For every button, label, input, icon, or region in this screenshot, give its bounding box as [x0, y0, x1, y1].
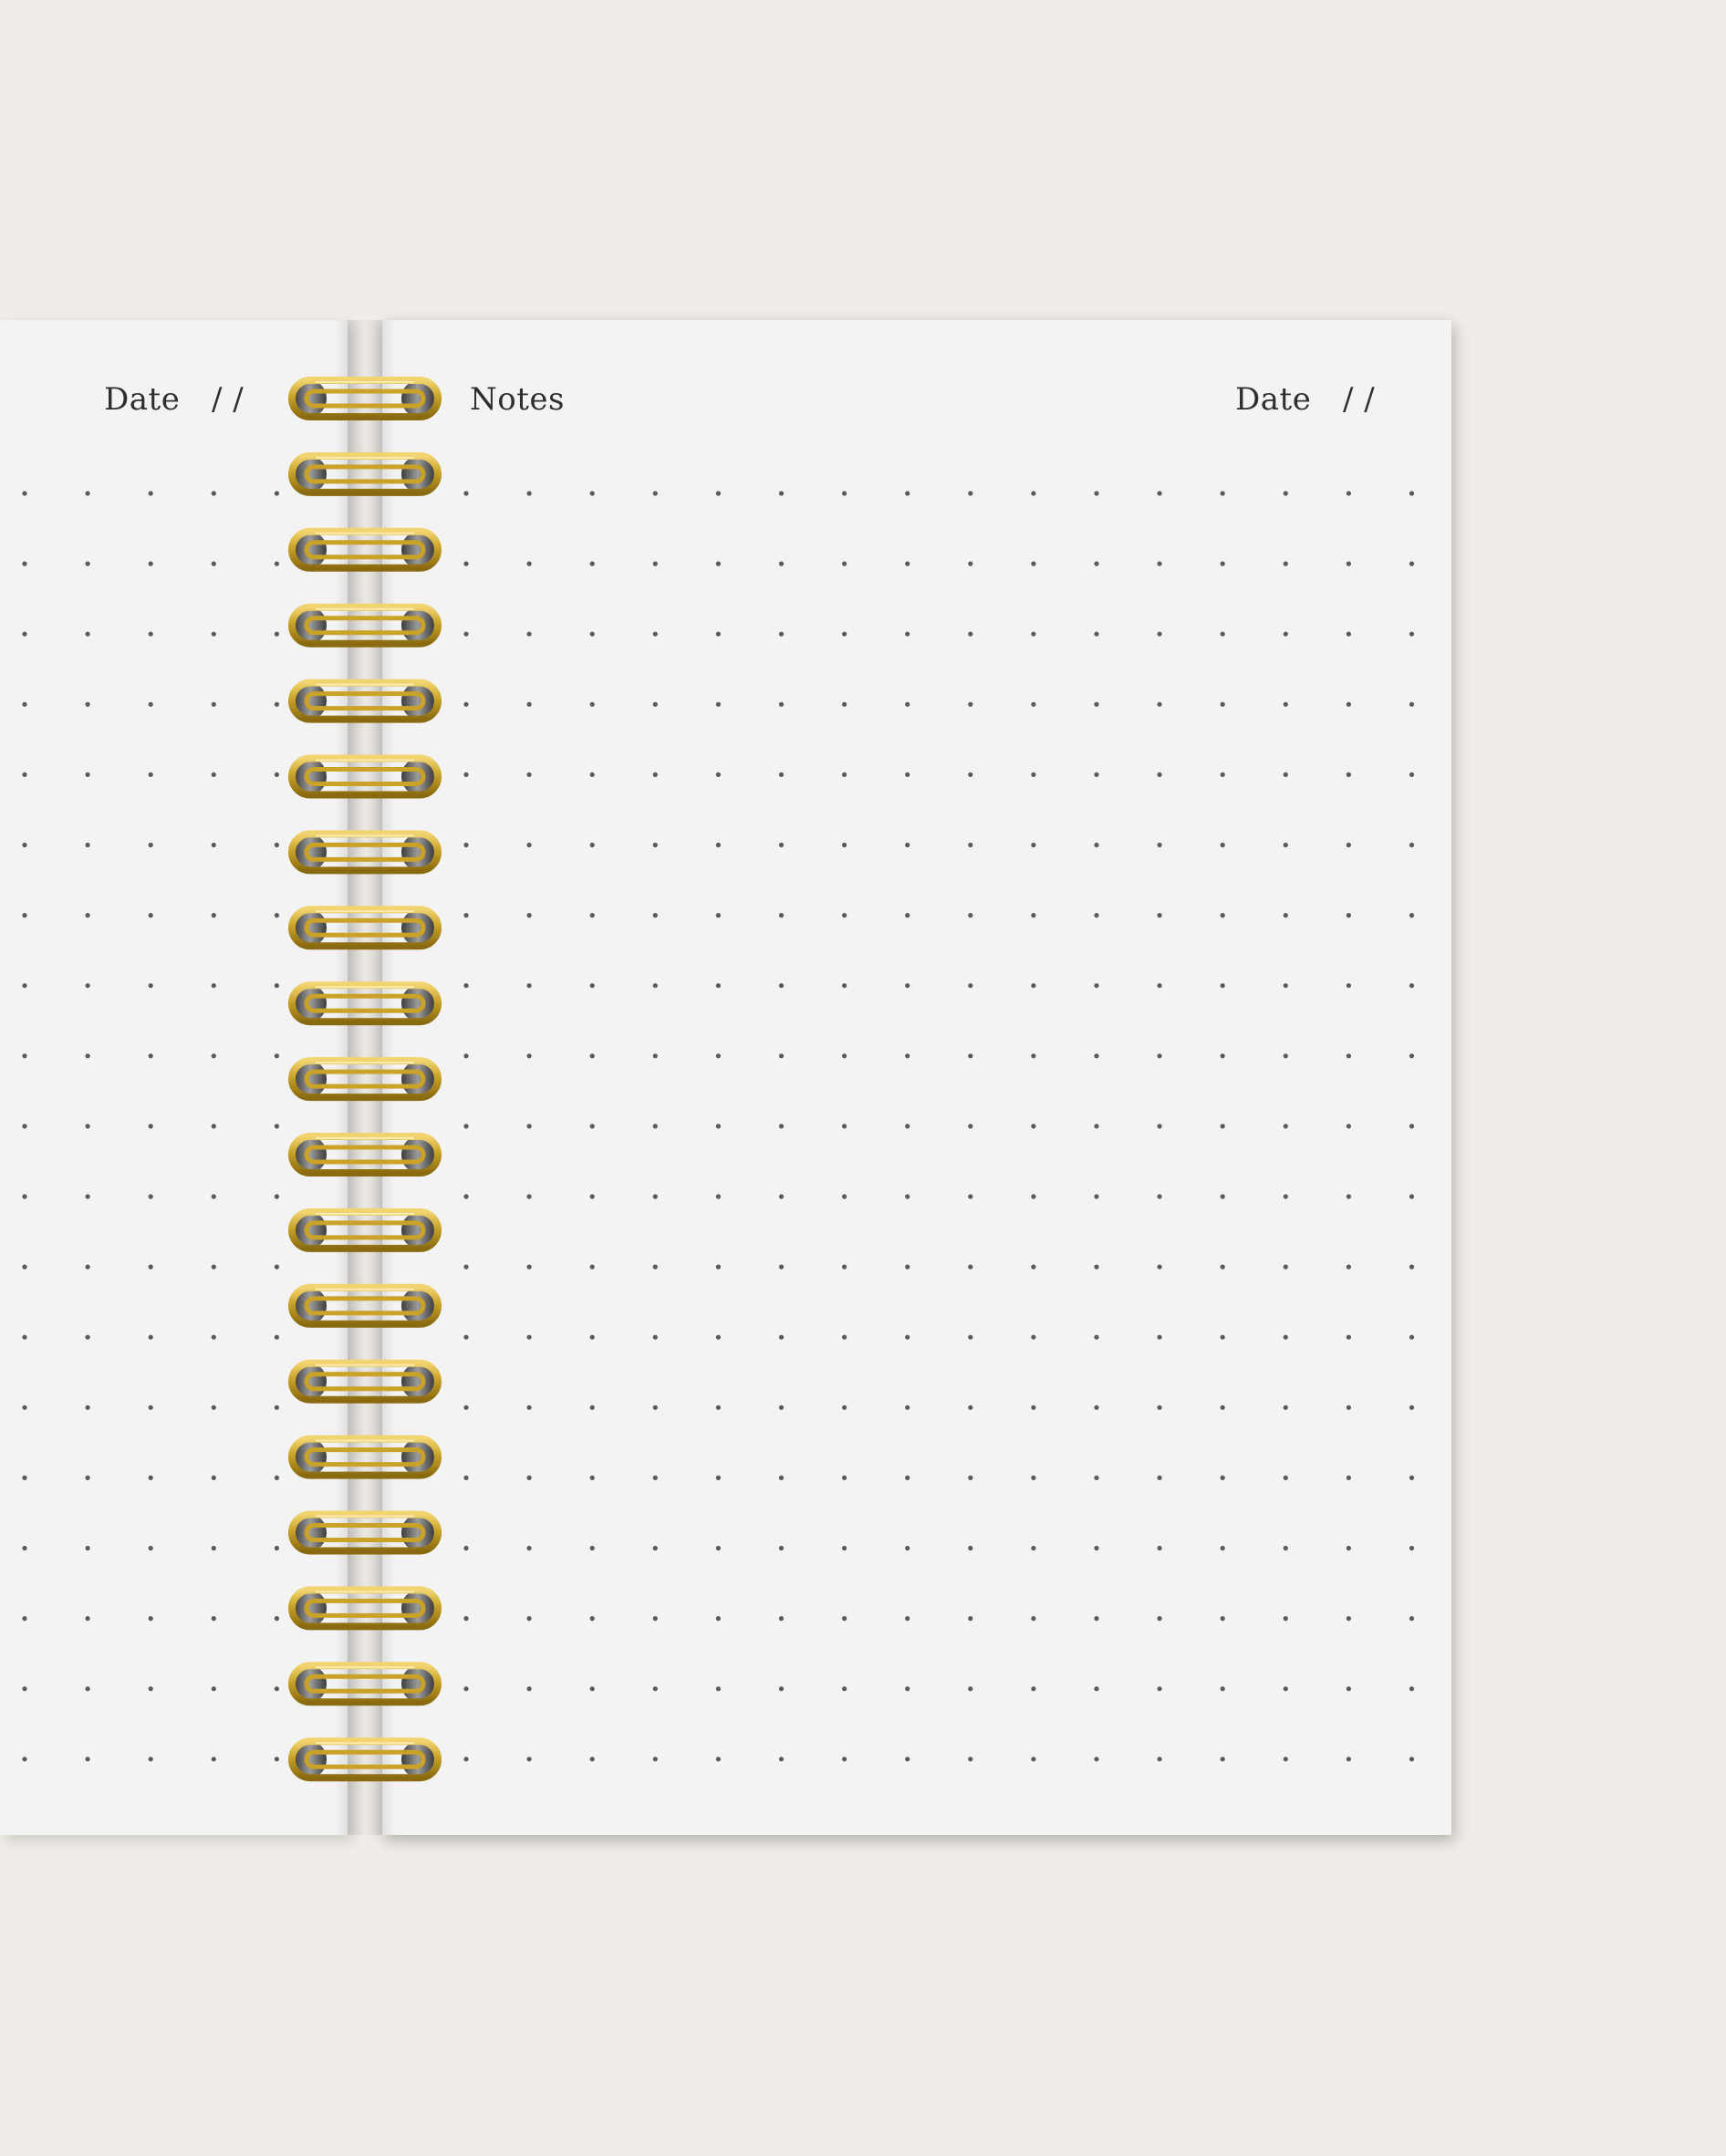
spiral-ring	[288, 1737, 442, 1782]
spiral-ring	[288, 830, 442, 875]
spiral-ring	[288, 1586, 442, 1631]
spiral-binding	[288, 377, 442, 1782]
spiral-ring	[288, 1283, 442, 1328]
spiral-ring	[288, 451, 442, 496]
spiral-ring	[288, 1662, 442, 1706]
spiral-ring	[288, 679, 442, 723]
spiral-ring	[288, 981, 442, 1026]
spiral-ring	[288, 1359, 442, 1404]
spiral-ring	[288, 377, 442, 420]
spiral-ring	[288, 1133, 442, 1176]
spiral-ring	[288, 754, 442, 799]
spiral-ring	[288, 1435, 442, 1479]
spiral-ring	[288, 1057, 442, 1102]
spiral-ring	[288, 906, 442, 950]
spiral-ring	[288, 1208, 442, 1252]
spiral-ring	[288, 603, 442, 648]
spiral-ring	[288, 527, 442, 572]
spiral-ring	[288, 1510, 442, 1555]
